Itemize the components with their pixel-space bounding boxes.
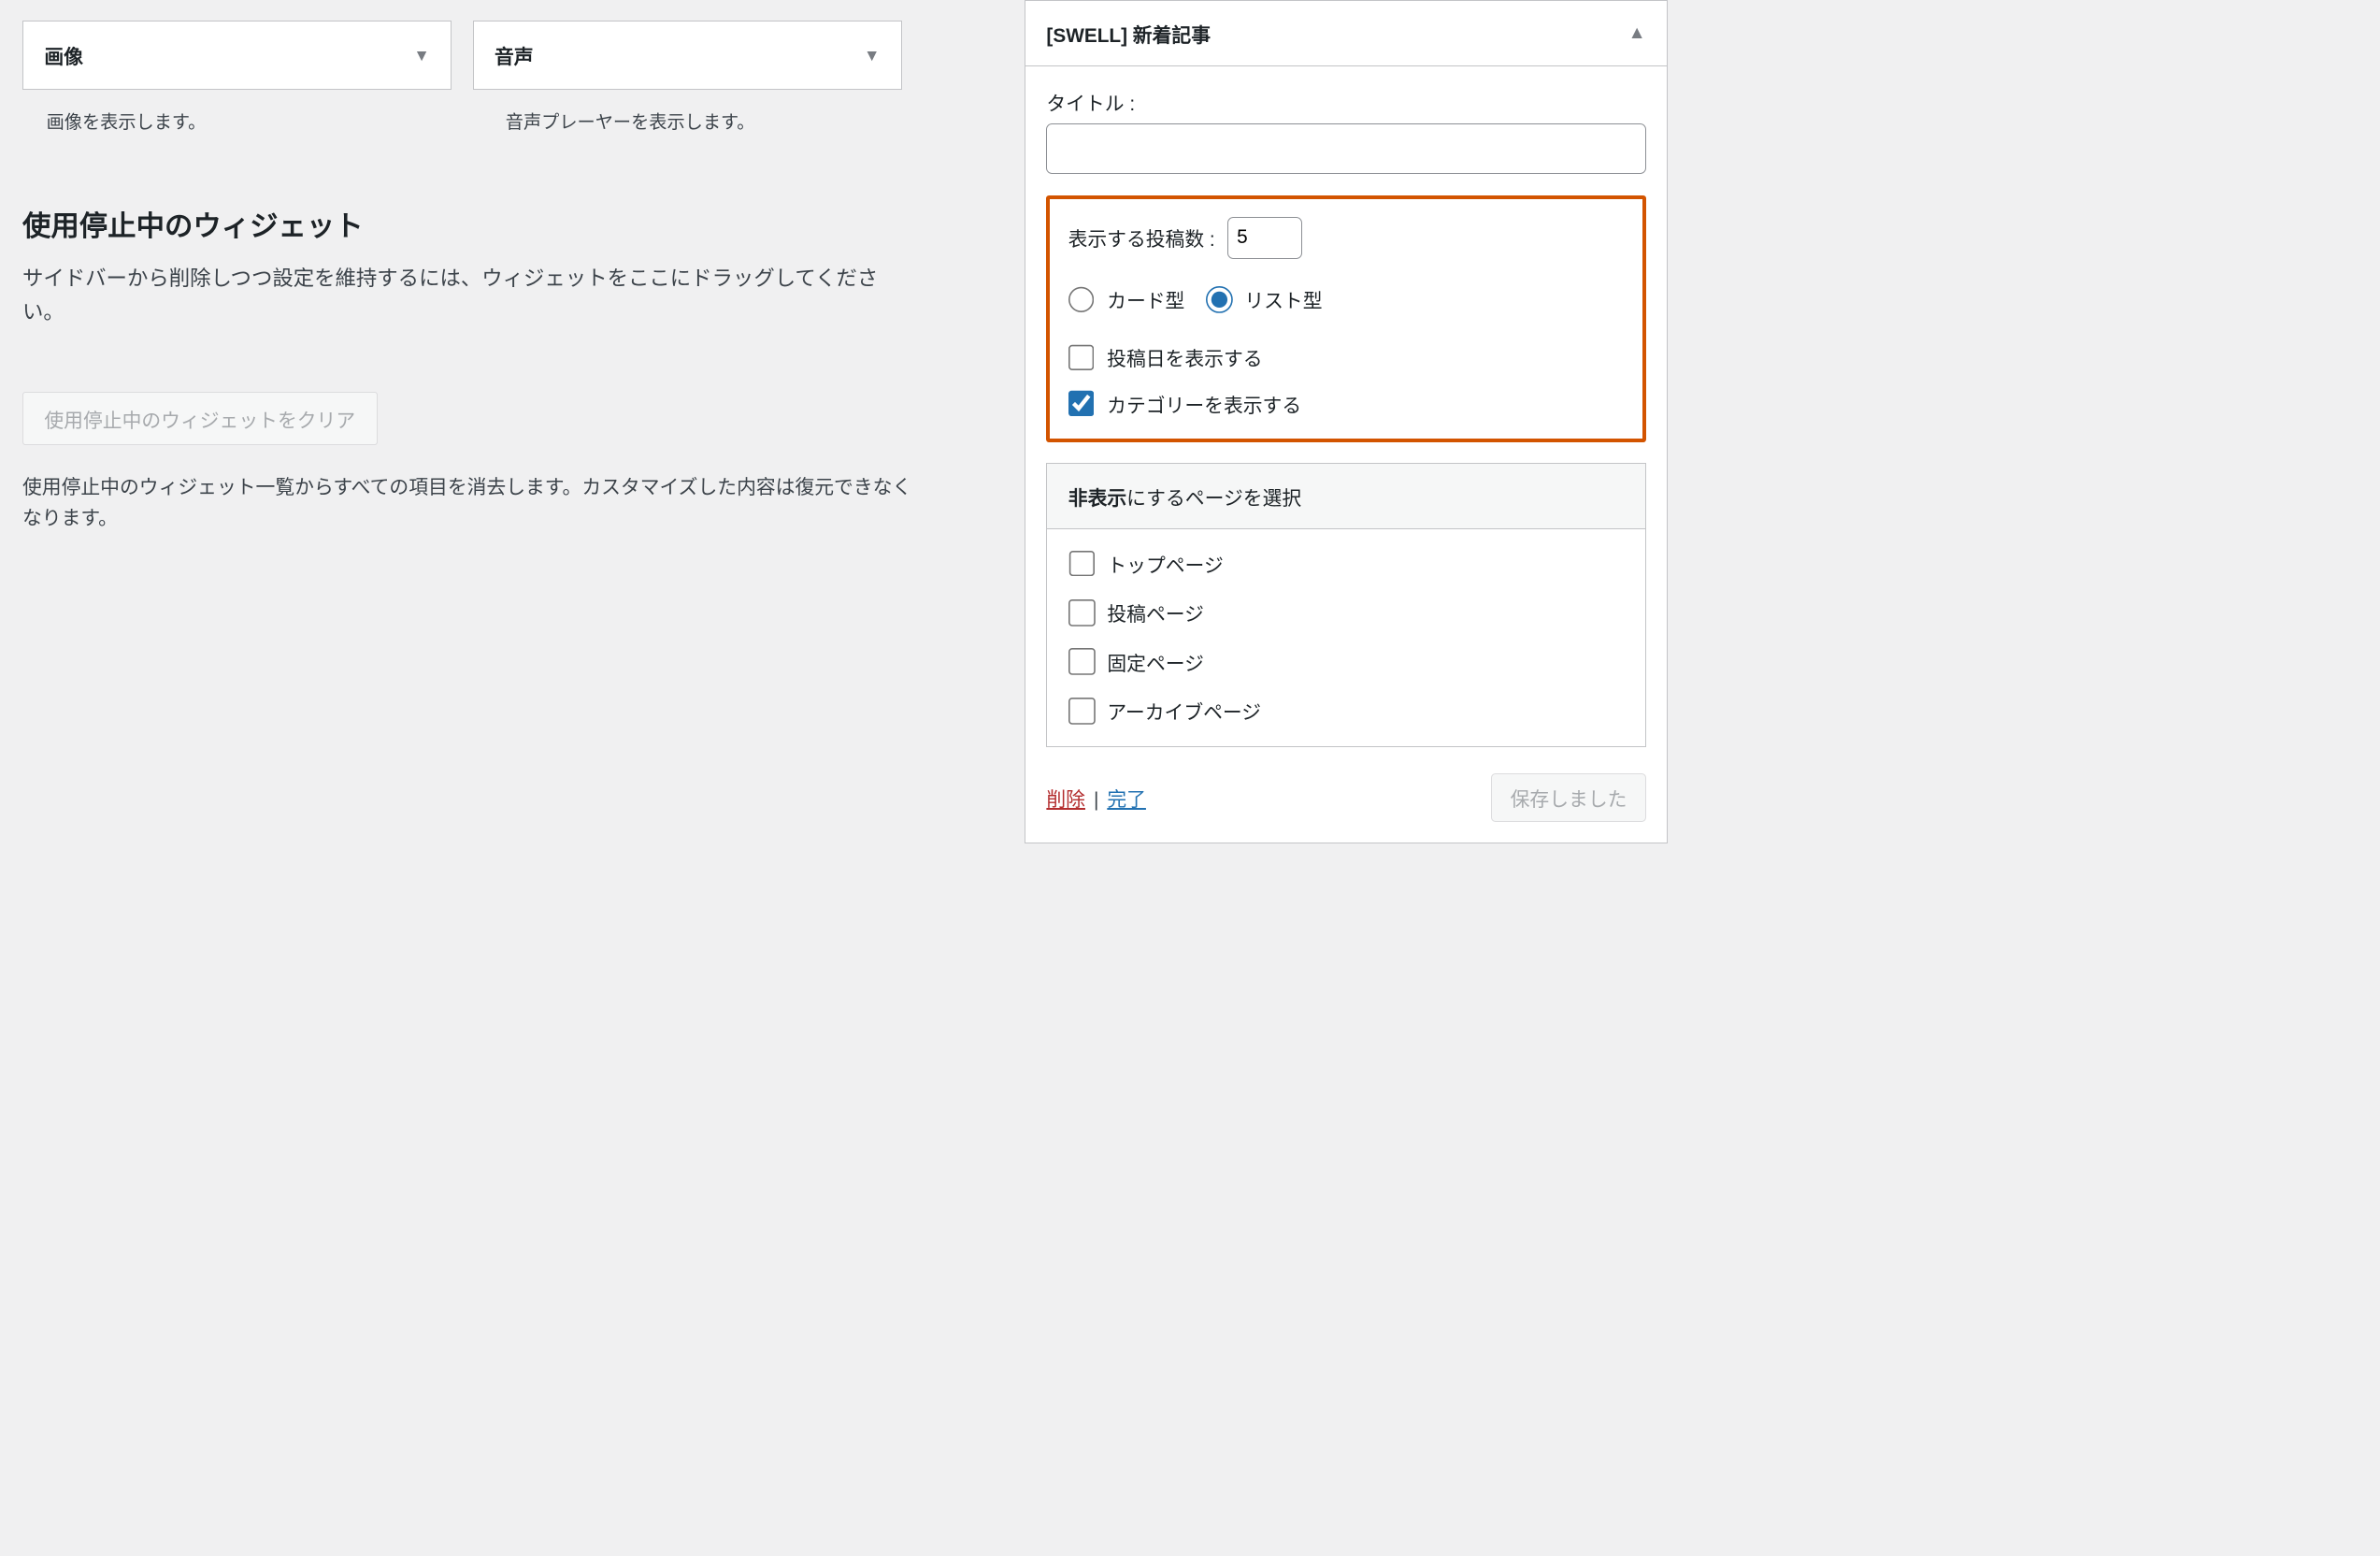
hide-post-checkbox-input[interactable] [1068, 599, 1096, 627]
hide-post-label: 投稿ページ [1107, 598, 1204, 627]
chevron-down-icon: ▼ [864, 46, 880, 65]
widget-item-title: 画像 [44, 41, 83, 69]
panel-header[interactable]: [SWELL] 新着記事 ▲ [1025, 1, 1667, 66]
layout-list-label: リスト型 [1244, 285, 1322, 313]
title-input[interactable] [1046, 123, 1645, 174]
hide-top-label: トップページ [1107, 550, 1223, 578]
show-category-checkbox-input[interactable] [1068, 390, 1096, 417]
hide-top-checkbox-input[interactable] [1068, 551, 1096, 578]
highlighted-settings: 表示する投稿数 : カード型 リスト型 投 [1046, 195, 1645, 442]
clear-inactive-desc: 使用停止中のウィジェット一覧からすべての項目を消去します。カスタマイズした内容は… [22, 472, 920, 535]
post-count-label: 表示する投稿数 : [1068, 223, 1215, 252]
layout-card-radio[interactable]: カード型 [1068, 285, 1185, 313]
show-category-checkbox[interactable]: カテゴリーを表示する [1068, 390, 1625, 418]
hide-archive-label: アーカイブページ [1107, 697, 1261, 725]
layout-list-radio[interactable]: リスト型 [1206, 285, 1323, 313]
show-category-label: カテゴリーを表示する [1107, 390, 1301, 418]
panel-title: [SWELL] 新着記事 [1046, 20, 1211, 48]
hide-pages-header: 非表示にするページを選択 [1047, 464, 1644, 528]
hide-page-checkbox[interactable]: 固定ページ [1068, 648, 1624, 676]
hide-page-label: 固定ページ [1107, 648, 1204, 676]
inactive-widgets-heading: 使用停止中のウィジェット [22, 203, 920, 244]
title-field-label: タイトル : [1046, 88, 1645, 116]
widget-item-image[interactable]: 画像 ▼ [22, 21, 452, 90]
delete-link[interactable]: 削除 [1046, 789, 1085, 811]
saved-button[interactable]: 保存しました [1491, 773, 1645, 821]
separator: | [1094, 789, 1098, 811]
hide-page-checkbox-input[interactable] [1068, 648, 1096, 675]
show-date-checkbox[interactable]: 投稿日を表示する [1068, 343, 1625, 371]
hide-top-checkbox[interactable]: トップページ [1068, 550, 1624, 578]
done-link[interactable]: 完了 [1107, 789, 1146, 811]
hide-archive-checkbox[interactable]: アーカイブページ [1068, 697, 1624, 725]
hide-pages-header-bold: 非表示 [1068, 488, 1126, 510]
hide-archive-checkbox-input[interactable] [1068, 698, 1096, 725]
chevron-down-icon: ▼ [413, 46, 429, 65]
show-date-label: 投稿日を表示する [1107, 343, 1262, 371]
widget-item-desc: 音声プレーヤーを表示します。 [506, 108, 917, 134]
panel-footer-links: 削除 | 完了 [1046, 784, 1146, 812]
layout-card-radio-input[interactable] [1068, 286, 1096, 313]
widget-settings-panel: [SWELL] 新着記事 ▲ タイトル : 表示する投稿数 : カード型 [1025, 0, 1668, 843]
widget-item-desc: 画像を表示します。 [47, 108, 458, 134]
hide-pages-header-rest: にするページを選択 [1126, 488, 1301, 510]
widget-item-audio[interactable]: 音声 ▼ [473, 21, 902, 90]
inactive-widgets-desc: サイドバーから削除しつつ設定を維持するには、ウィジェットをここにドラッグしてくだ… [22, 262, 920, 329]
show-date-checkbox-input[interactable] [1068, 344, 1096, 371]
chevron-up-icon: ▲ [1628, 23, 1646, 44]
hide-pages-panel: 非表示にするページを選択 トップページ 投稿ページ 固定ページ [1046, 463, 1645, 746]
layout-list-radio-input[interactable] [1206, 286, 1233, 313]
widget-item-title: 音声 [495, 41, 534, 69]
hide-post-checkbox[interactable]: 投稿ページ [1068, 598, 1624, 627]
layout-card-label: カード型 [1107, 285, 1184, 313]
post-count-input[interactable] [1227, 217, 1302, 259]
clear-inactive-button[interactable]: 使用停止中のウィジェットをクリア [22, 392, 378, 446]
